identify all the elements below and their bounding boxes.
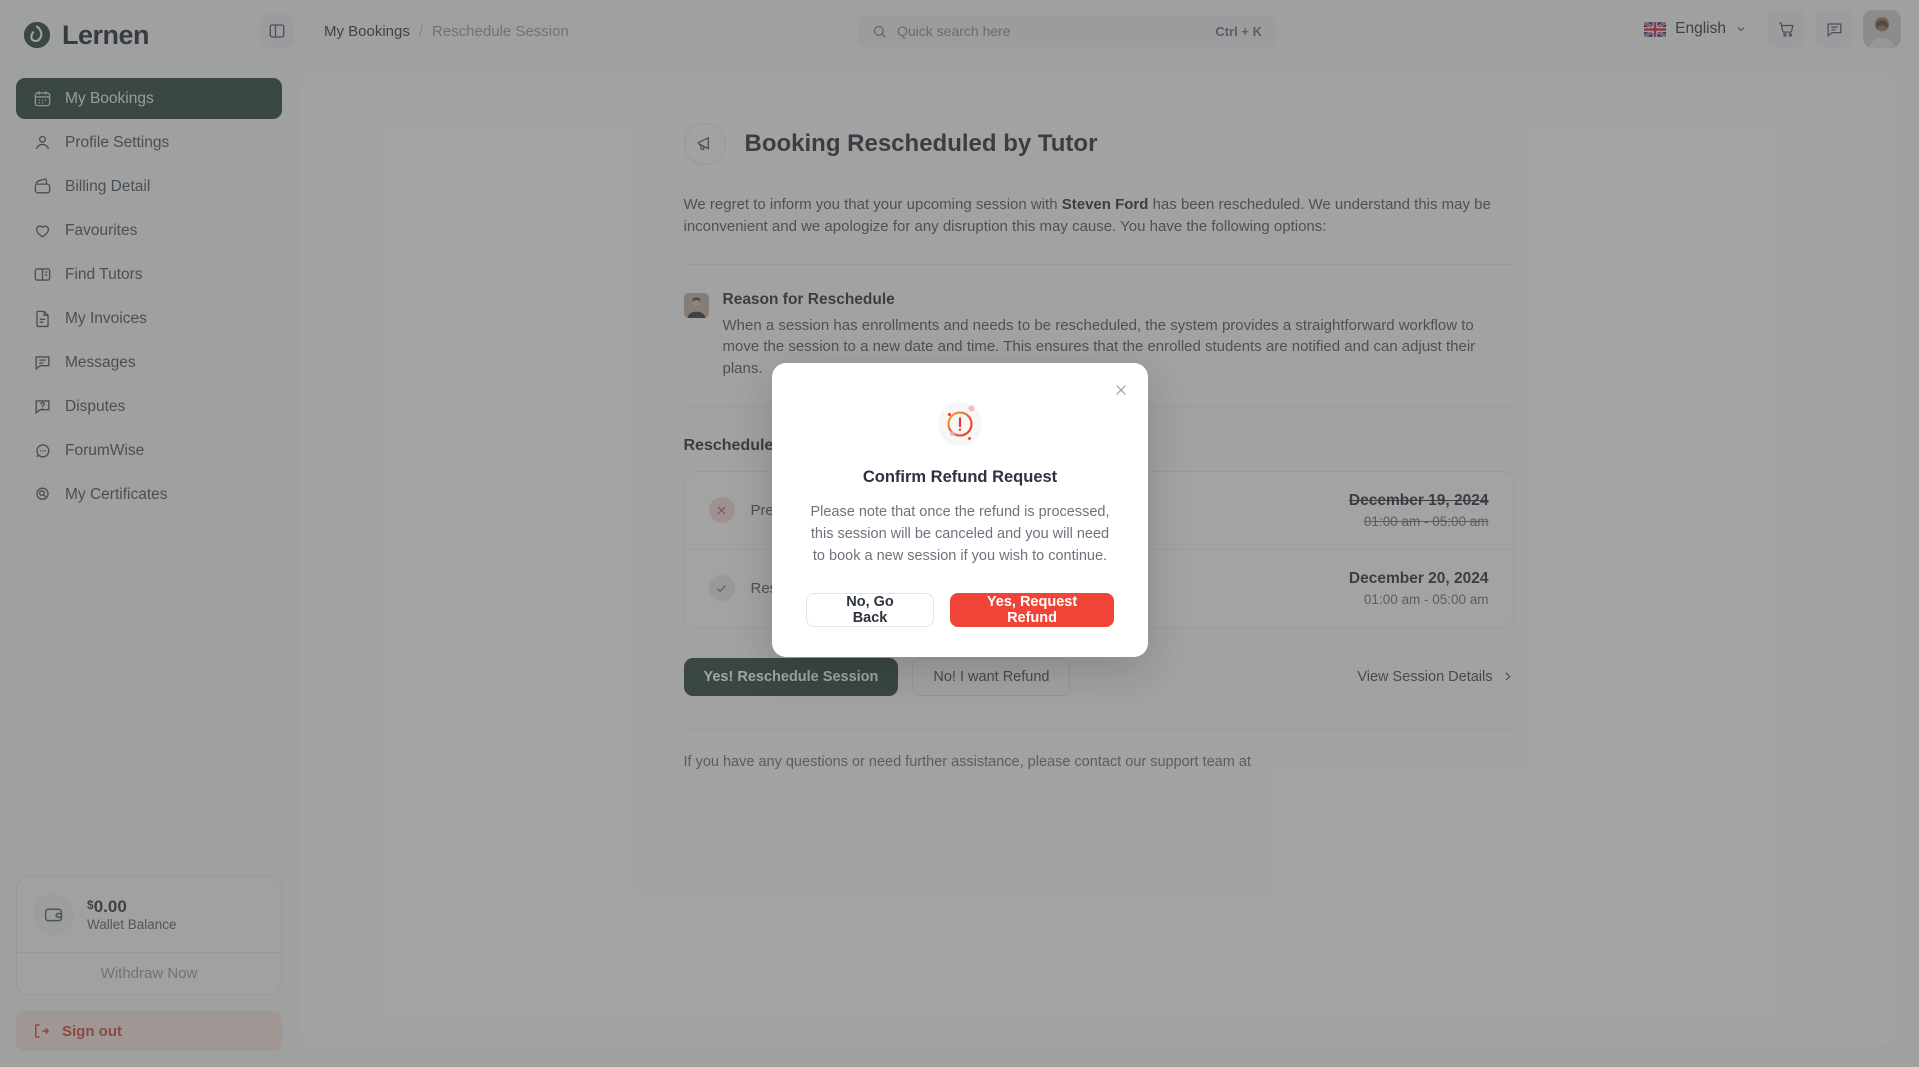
alert-illustration (806, 391, 1114, 459)
app-root: Lernen My Bookings Profile Settings (0, 0, 1919, 1067)
modal-cancel-button[interactable]: No, Go Back (806, 593, 935, 628)
modal-message: Please note that once the refund is proc… (810, 504, 1110, 565)
confirm-refund-modal: Confirm Refund Request Please note that … (772, 363, 1148, 658)
modal-action-bar: No, Go Back Yes, Request Refund (806, 593, 1114, 628)
modal-confirm-button[interactable]: Yes, Request Refund (950, 593, 1114, 628)
close-x-icon (1116, 385, 1126, 395)
modal-title: Confirm Refund Request (862, 468, 1058, 486)
close-icon[interactable] (1110, 379, 1132, 401)
alert-circle-icon (938, 402, 982, 446)
